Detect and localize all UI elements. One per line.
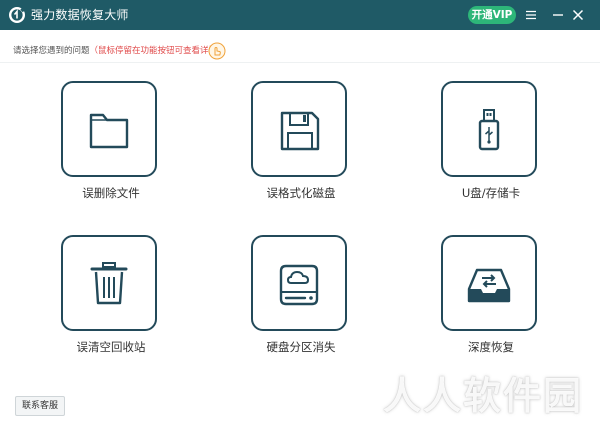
watermark-text: 人人软件园 (383, 374, 584, 418)
tile-usb-card[interactable] (441, 81, 537, 177)
tile-lost-partition[interactable] (251, 235, 347, 331)
title-bar: 强力数据恢复大师 开通VIP (0, 0, 600, 30)
pointing-hand-icon[interactable] (208, 42, 226, 60)
minimize-icon[interactable] (549, 6, 567, 24)
hint-text: 请选择您遇到的问题（鼠标停留在功能按钮可查看详情） (13, 45, 226, 57)
app-title: 强力数据恢复大师 (31, 8, 129, 22)
tile-label-emptied-recycle-bin: 误清空回收站 (76, 340, 146, 354)
hint-tip: （鼠标停留在功能按钮可查看详情） (89, 46, 226, 56)
tile-label-deleted-files: 误删除文件 (82, 186, 140, 200)
hint-prefix: 请选择您遇到的问题 (13, 46, 90, 56)
tile-label-formatted-disk: 误格式化磁盘 (266, 186, 336, 200)
app-logo-icon (9, 7, 25, 23)
hint-divider (0, 62, 600, 63)
tile-label-usb-card: U盘/存储卡 (461, 186, 521, 200)
hint-bar: 请选择您遇到的问题（鼠标停留在功能按钮可查看详情） (0, 40, 600, 62)
cloud-drive-icon (279, 264, 319, 306)
close-icon[interactable] (569, 6, 587, 24)
tile-formatted-disk[interactable] (251, 81, 347, 177)
contact-support-button[interactable]: 联系客服 (15, 396, 65, 416)
open-vip-button[interactable]: 开通VIP (468, 6, 516, 24)
folder-icon (89, 113, 129, 149)
floppy-disk-icon (280, 111, 320, 151)
usb-drive-icon (478, 109, 500, 151)
tile-label-lost-partition: 硬盘分区消失 (266, 340, 336, 354)
tile-deleted-files[interactable] (61, 81, 157, 177)
inbox-tray-icon (467, 268, 511, 303)
trash-bin-icon (90, 262, 128, 305)
tile-emptied-recycle-bin[interactable] (61, 235, 157, 331)
tile-label-deep-recovery: 深度恢复 (468, 340, 514, 354)
tile-deep-recovery[interactable] (441, 235, 537, 331)
menu-icon[interactable] (522, 6, 540, 24)
